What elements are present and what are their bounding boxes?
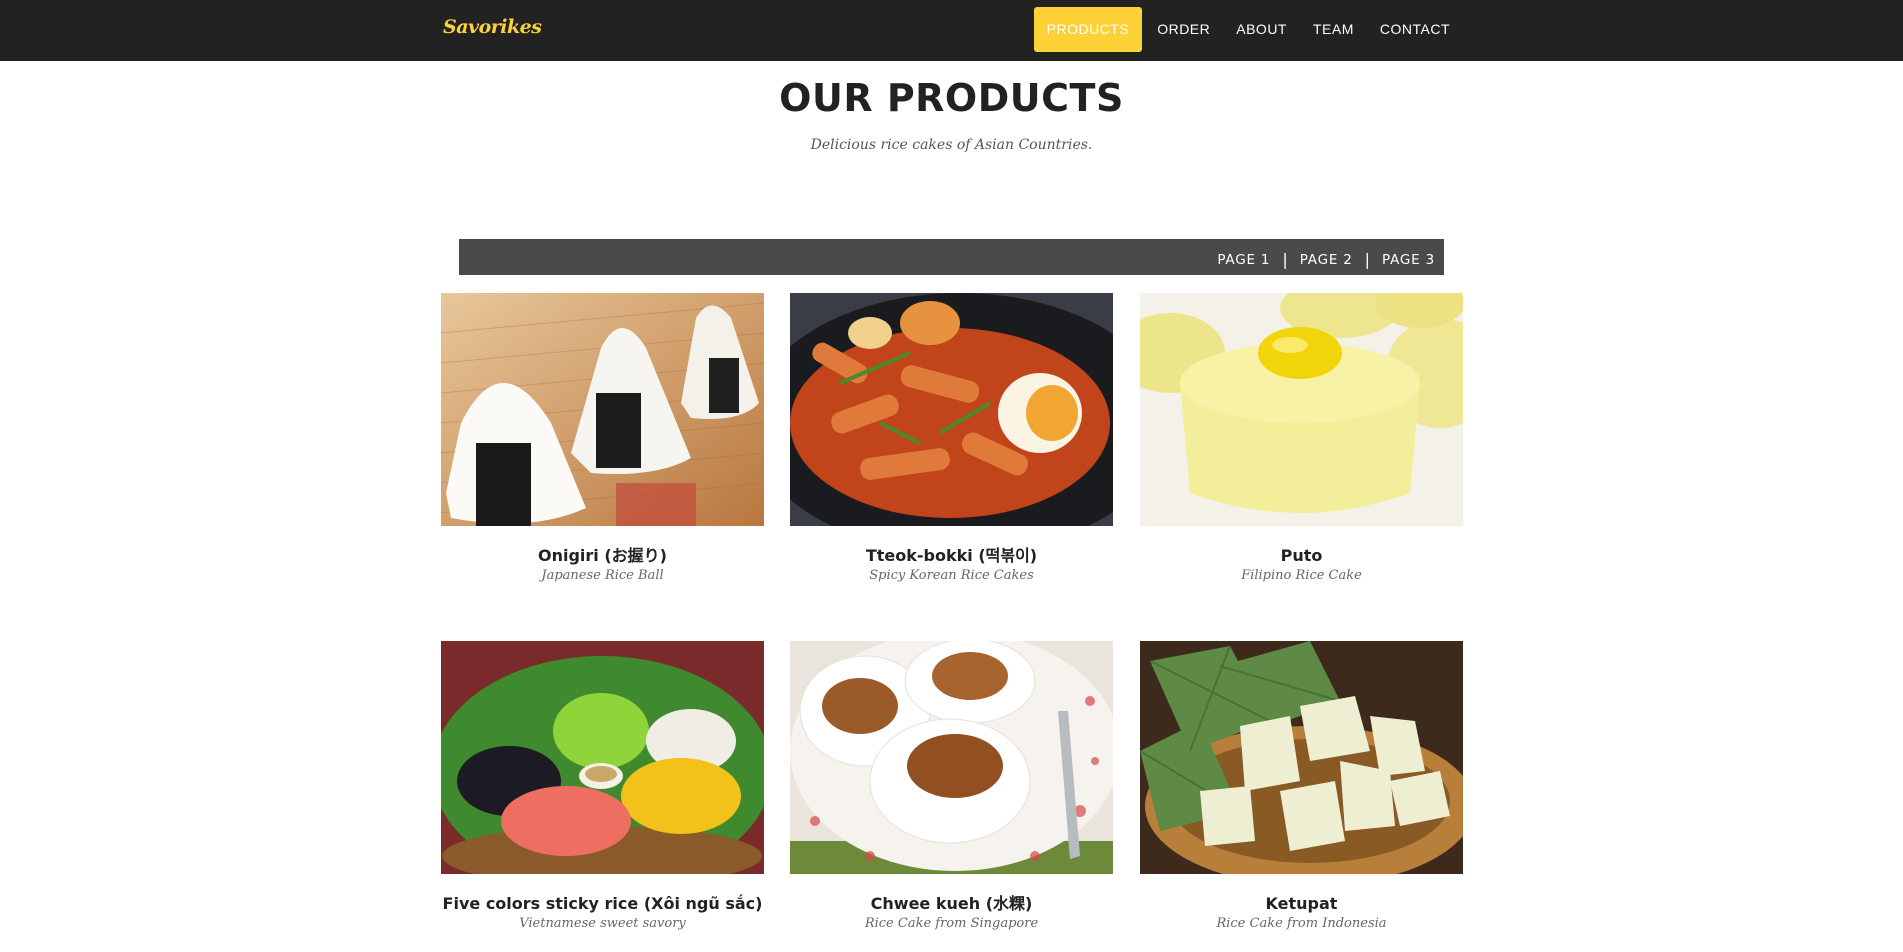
product-caption: Puto Filipino Rice Cake <box>1140 547 1463 583</box>
onigiri-image[interactable] <box>441 293 764 526</box>
ketupat-image[interactable] <box>1140 641 1463 874</box>
chwee-kueh-image[interactable] <box>790 641 1113 874</box>
product-name: Chwee kueh (水粿) <box>870 894 1033 913</box>
page-3-link[interactable]: PAGE 3 <box>1382 252 1435 268</box>
product-card: Five colors sticky rice (Xôi ngũ sắc) Vi… <box>441 641 764 931</box>
product-name: Five colors sticky rice (Xôi ngũ sắc) <box>442 894 763 913</box>
product-name: Ketupat <box>1265 894 1338 913</box>
nav-menu: PRODUCTS ORDER ABOUT TEAM CONTACT <box>1033 7 1463 52</box>
page-2-link[interactable]: PAGE 2 <box>1300 252 1353 268</box>
product-card: Tteok-bokki (떡볶이) Spicy Korean Rice Cake… <box>790 293 1113 583</box>
page-1-link[interactable]: PAGE 1 <box>1217 252 1270 268</box>
product-name: Puto <box>1280 546 1323 565</box>
page-separator: | <box>1364 250 1371 269</box>
product-description: Spicy Korean Rice Cakes <box>869 568 1034 583</box>
product-name: Onigiri (お握り) <box>538 546 667 565</box>
product-name: Tteok-bokki (떡볶이) <box>865 546 1038 565</box>
product-description: Rice Cake from Indonesia <box>1216 916 1387 931</box>
page-separator: | <box>1282 250 1288 269</box>
product-caption: Ketupat Rice Cake from Indonesia <box>1140 895 1463 931</box>
product-description: Japanese Rice Ball <box>541 568 664 583</box>
navbar: Savorikes PRODUCTS ORDER ABOUT TEAM CONT… <box>0 0 1903 61</box>
pagination-bar: PAGE 1 | PAGE 2 | PAGE 3 <box>459 239 1444 275</box>
nav-contact[interactable]: CONTACT <box>1367 7 1463 52</box>
product-card: Ketupat Rice Cake from Indonesia <box>1140 641 1463 931</box>
brand-logo[interactable]: Savorikes <box>443 16 542 38</box>
nav-about[interactable]: ABOUT <box>1223 7 1300 52</box>
puto-image[interactable] <box>1140 293 1463 526</box>
product-description: Vietnamese sweet savory <box>519 916 686 931</box>
nav-products[interactable]: PRODUCTS <box>1033 7 1143 52</box>
tteokbokki-image[interactable] <box>790 293 1113 526</box>
product-card: Chwee kueh (水粿) Rice Cake from Singapore <box>790 641 1113 931</box>
xoi-ngu-sac-image[interactable] <box>441 641 764 874</box>
section-subheading: Delicious rice cakes of Asian Countries. <box>810 137 1093 153</box>
section-heading: OUR PRODUCTS <box>779 76 1124 120</box>
product-caption: Chwee kueh (水粿) Rice Cake from Singapore <box>790 895 1113 931</box>
nav-team[interactable]: TEAM <box>1300 7 1367 52</box>
product-card: Puto Filipino Rice Cake <box>1140 293 1463 583</box>
product-card: Onigiri (お握り) Japanese Rice Ball <box>441 293 764 583</box>
product-caption: Tteok-bokki (떡볶이) Spicy Korean Rice Cake… <box>790 547 1113 583</box>
product-caption: Onigiri (お握り) Japanese Rice Ball <box>441 547 764 583</box>
product-caption: Five colors sticky rice (Xôi ngũ sắc) Vi… <box>441 895 764 931</box>
product-description: Rice Cake from Singapore <box>864 916 1039 931</box>
product-description: Filipino Rice Cake <box>1241 568 1362 583</box>
nav-order[interactable]: ORDER <box>1144 7 1223 52</box>
